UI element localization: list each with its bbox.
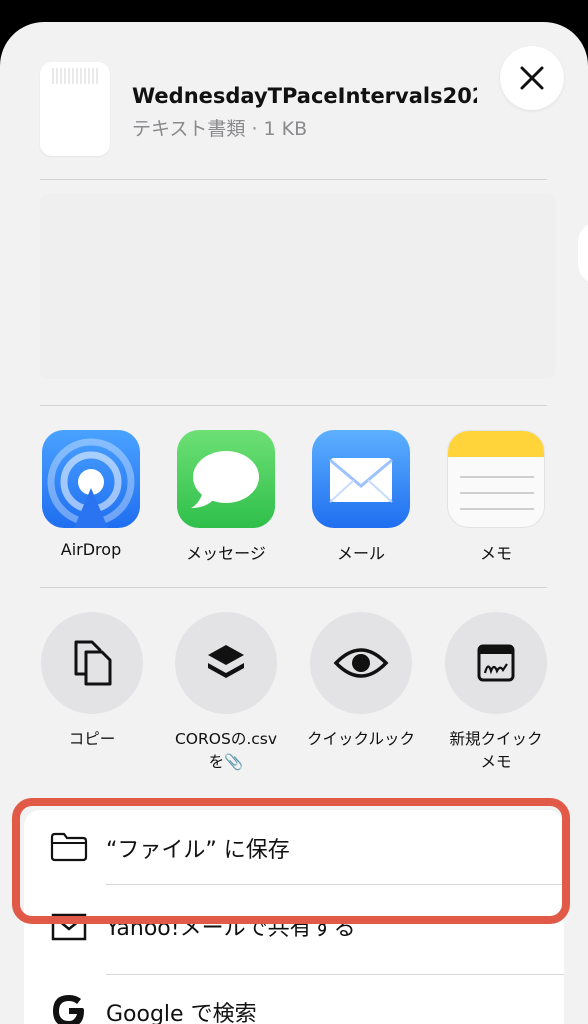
divider (40, 179, 547, 180)
action-new-quick-note[interactable]: 新規クイック メモ (434, 612, 558, 774)
layers-icon (175, 612, 277, 714)
list-item-label: Google で検索 (106, 1002, 257, 1024)
app-label: AirDrop (60, 540, 122, 559)
list-item-google-search[interactable]: Google で検索 (24, 976, 564, 1024)
action-label: 新規クイック (449, 730, 543, 748)
airdrop-icon (42, 430, 140, 528)
quick-note-icon (445, 612, 547, 714)
envelope-icon (50, 908, 88, 946)
action-copy[interactable]: コピー (30, 612, 154, 751)
people-suggestions-area (40, 194, 555, 379)
mail-icon (312, 430, 410, 528)
list-item-yahoo-mail[interactable]: Yahoo!メールで共有する (24, 900, 564, 974)
divider (40, 405, 547, 406)
messages-icon (177, 430, 275, 528)
edge-suggestion[interactable] (578, 222, 588, 284)
app-label: メモ (479, 544, 512, 563)
action-label: メモ (480, 753, 512, 771)
list-item-label: Yahoo!メールで共有する (106, 916, 356, 941)
document-thumbnail (40, 62, 110, 156)
divider (40, 587, 547, 588)
action-list: “ファイル” に保存 Yahoo!メールで共有する Google で検索 (24, 810, 564, 1024)
action-label: クイックルック (306, 730, 416, 748)
close-button[interactable] (500, 46, 564, 110)
app-notes[interactable]: メモ (446, 430, 546, 564)
action-label: を📎 (208, 753, 244, 771)
close-icon (520, 66, 544, 90)
eye-icon (310, 612, 412, 714)
share-sheet: WednesdayTPaceIntervals202... テキスト書類 · 1… (0, 22, 588, 1024)
list-item-save-to-files[interactable]: “ファイル” に保存 (24, 810, 564, 884)
action-coros-csv[interactable]: COROSの.csv を📎 (164, 612, 288, 774)
action-label: コピー (68, 730, 116, 748)
app-label: メール (336, 544, 385, 563)
google-g-icon (50, 992, 88, 1024)
file-meta: テキスト書類 · 1 KB (132, 118, 308, 140)
app-mail[interactable]: メール (311, 430, 411, 564)
app-messages[interactable]: メッセージ (176, 430, 276, 564)
app-airdrop[interactable]: AirDrop (41, 430, 141, 559)
notes-icon (447, 430, 545, 528)
list-separator (106, 974, 564, 975)
list-separator (106, 884, 564, 885)
copy-icon (41, 612, 143, 714)
action-quick-look[interactable]: クイックルック (299, 612, 423, 751)
list-item-label: “ファイル” に保存 (106, 838, 290, 863)
action-label: COROSの.csv (174, 730, 278, 748)
folder-icon (50, 828, 88, 866)
app-label: メッセージ (186, 544, 266, 563)
file-name: WednesdayTPaceIntervals202... (132, 84, 477, 108)
